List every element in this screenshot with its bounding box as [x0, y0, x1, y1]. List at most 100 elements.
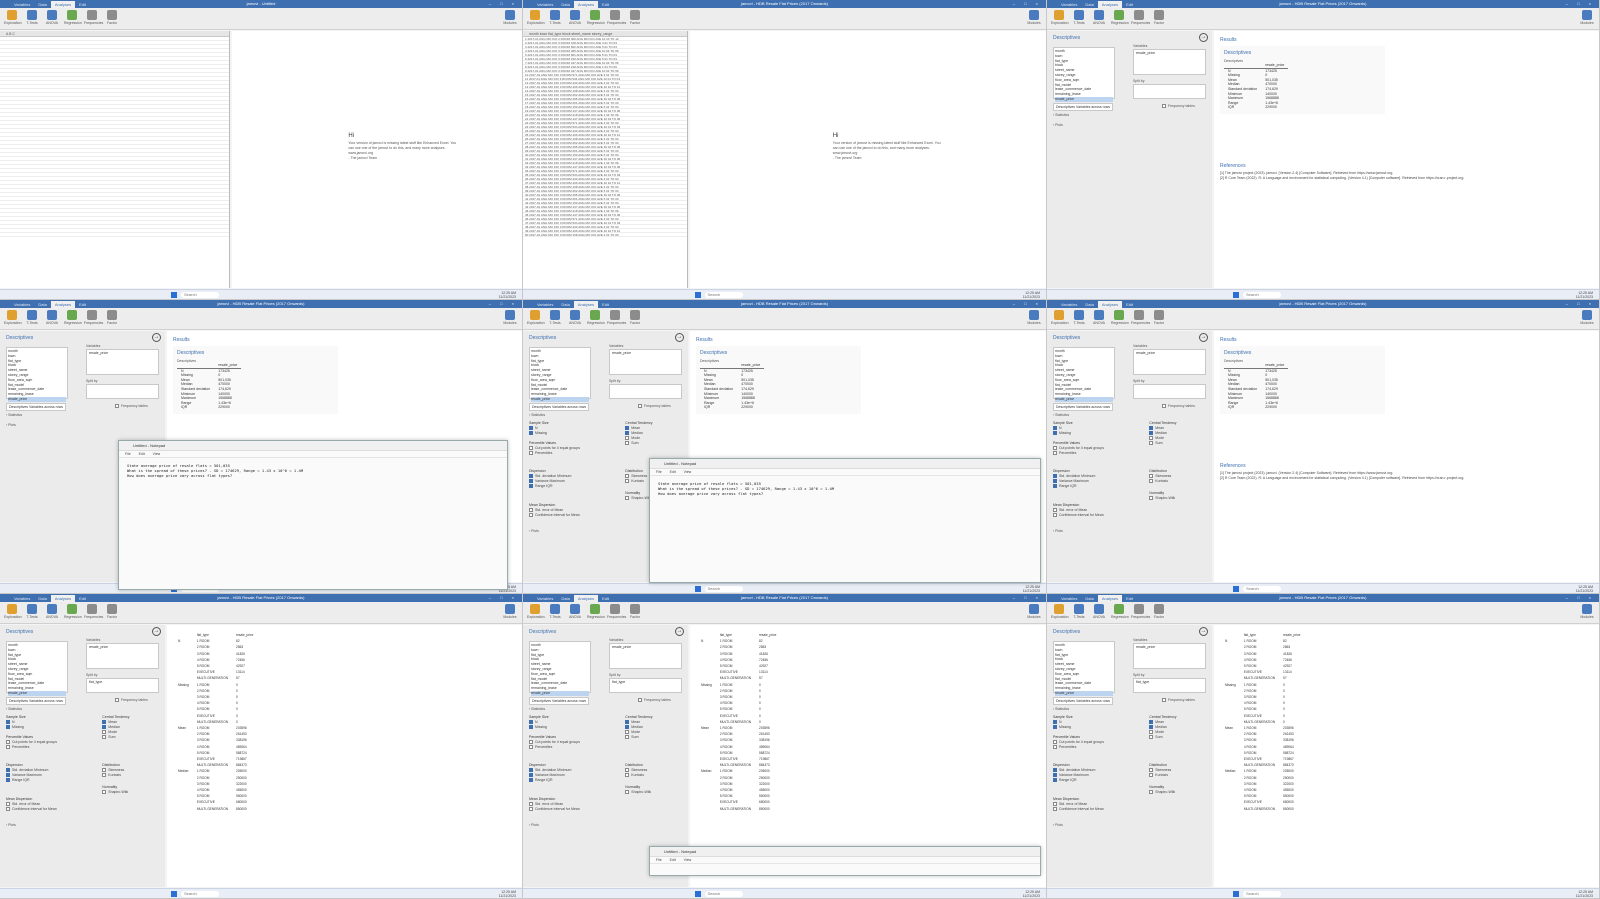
ribbon-exploration-button[interactable]: Exploration	[527, 310, 545, 325]
plots-section-header[interactable]: › Plots	[1053, 529, 1063, 533]
notepad-window[interactable]: Untitled - Notepad File Edit View State aver…	[649, 458, 1041, 583]
selected-variable[interactable]: resale_price	[1134, 50, 1205, 56]
ribbon-factor-button[interactable]: Factor	[1151, 604, 1167, 619]
variables-box[interactable]: resale_price	[609, 643, 682, 669]
table-row[interactable]	[0, 233, 229, 237]
menu-item[interactable]: Edit	[670, 470, 676, 474]
ribbon-exploration-button[interactable]: Exploration	[1051, 604, 1069, 619]
ribbon-t-tests-button[interactable]: T-Tests	[1071, 604, 1087, 619]
stat-checkbox[interactable]: Sum	[625, 441, 652, 446]
window-controls[interactable]: – □ ×	[1013, 300, 1042, 308]
menu-item[interactable]: View	[684, 470, 692, 474]
frequency-tables-checkbox[interactable]: Frequency tables	[115, 698, 148, 703]
plots-section-header[interactable]: › Plots	[1053, 123, 1063, 127]
split-by-box[interactable]: flat_type	[1133, 678, 1206, 693]
ribbon-t-tests-button[interactable]: T-Tests	[547, 10, 563, 25]
descriptives-card[interactable]: Descriptives Descriptives resale_price N 173…	[696, 346, 861, 414]
menu-item[interactable]: View	[684, 858, 692, 862]
ribbon-exploration-button[interactable]: Exploration	[1051, 310, 1069, 325]
ribbon-anova-button[interactable]: ANOVA	[567, 10, 583, 25]
start-icon[interactable]	[694, 891, 701, 897]
window-controls[interactable]: – □ ×	[489, 0, 518, 8]
statistics-section-header[interactable]: › Statistics	[1053, 113, 1069, 117]
variables-box[interactable]: resale_price	[86, 643, 159, 669]
notepad-text[interactable]	[650, 864, 1040, 874]
ribbon-t-tests-button[interactable]: T-Tests	[1071, 10, 1087, 25]
taskbar-search[interactable]: Search	[704, 586, 743, 592]
ribbon-regression-button[interactable]: Regression	[64, 10, 82, 25]
ribbon-exploration-button[interactable]: Exploration	[1051, 10, 1069, 25]
ribbon-regression-button[interactable]: Regression	[1111, 10, 1129, 25]
modules-button[interactable]: Modules	[1579, 10, 1595, 25]
variables-box[interactable]: resale_price	[1133, 49, 1206, 75]
layout-select[interactable]: Descriptives Variables across rows	[529, 697, 590, 705]
start-icon[interactable]	[1233, 292, 1239, 298]
stat-checkbox[interactable]: Missing	[529, 725, 549, 730]
variable-list[interactable]: month town flat_type block street_name storey…	[1053, 347, 1115, 402]
split-by-box[interactable]: flat_type	[86, 678, 159, 693]
modules-button[interactable]: Modules	[502, 604, 518, 619]
ribbon-exploration-button[interactable]: Exploration	[4, 310, 22, 325]
modules-button[interactable]: Modules	[1026, 10, 1042, 25]
variable-list[interactable]: month town flat_type block street_name storey…	[6, 641, 68, 696]
split-by-box[interactable]	[609, 384, 682, 399]
window-controls[interactable]: – □ ×	[1013, 594, 1042, 602]
variable-list[interactable]: month town flat_type block street_name storey…	[1053, 641, 1115, 696]
stat-checkbox[interactable]: Kurtosis	[102, 773, 124, 778]
stat-checkbox[interactable]: Percentiles	[1053, 745, 1104, 750]
stat-checkbox[interactable]: Confidence interval for Mean	[1053, 513, 1104, 518]
selected-variable[interactable]: resale_price	[87, 350, 158, 356]
table-row[interactable]: 50 2017-01 ANG MO KIO 3 ROOM 108 ANG MO …	[523, 233, 687, 237]
stat-checkbox[interactable]: Kurtosis	[1149, 773, 1171, 778]
stat-checkbox[interactable]: Shapiro-Wilk	[102, 790, 128, 795]
selected-variable[interactable]: resale_price	[1134, 644, 1205, 650]
stat-checkbox[interactable]: Sum	[625, 735, 652, 740]
selected-variable[interactable]: resale_price	[87, 644, 158, 650]
stat-checkbox[interactable]: Percentiles	[1053, 451, 1104, 456]
modules-button[interactable]: Modules	[1026, 310, 1042, 325]
window-controls[interactable]: – □ ×	[1566, 594, 1595, 602]
split-by-box[interactable]	[1133, 384, 1206, 399]
frequency-tables-checkbox[interactable]: Frequency tables	[1162, 404, 1195, 409]
stat-checkbox[interactable]: Confidence interval for Mean	[529, 807, 580, 812]
variable-list[interactable]: month town flat_type block street_name storey…	[6, 347, 68, 402]
stat-checkbox[interactable]: Sum	[102, 735, 129, 740]
notepad-window[interactable]: Untitled - Notepad File Edit View State aver…	[118, 440, 508, 590]
list-item[interactable]: resale_price	[1055, 96, 1113, 102]
layout-select[interactable]: Descriptives Variables across rows	[1053, 103, 1114, 111]
layout-select[interactable]: Descriptives Variables across rows	[6, 403, 67, 411]
ribbon-exploration-button[interactable]: Exploration	[4, 10, 22, 25]
split-variable[interactable]: flat_type	[87, 679, 158, 685]
statistics-section-header[interactable]: › Statistics	[529, 707, 545, 711]
list-item[interactable]: resale_price	[531, 690, 589, 696]
layout-select[interactable]: Descriptives Variables across rows	[1053, 697, 1114, 705]
close-panel-arrow-icon[interactable]: →	[675, 627, 684, 636]
close-panel-arrow-icon[interactable]: →	[152, 333, 161, 342]
spreadsheet[interactable]: month town flat_type block street_name s…	[523, 31, 688, 288]
window-controls[interactable]: – □ ×	[489, 594, 518, 602]
split-by-box[interactable]	[86, 384, 159, 399]
ribbon-factor-button[interactable]: Factor	[627, 10, 643, 25]
taskbar-search[interactable]: Search	[1243, 586, 1281, 592]
descriptives-card[interactable]: Descriptives Descriptives resale_price N 173…	[173, 346, 338, 414]
statistics-section-header[interactable]: › Statistics	[1053, 707, 1069, 711]
statistics-section-header[interactable]: › Statistics	[6, 707, 22, 711]
frequency-tables-checkbox[interactable]: Frequency tables	[638, 404, 671, 409]
ribbon-anova-button[interactable]: ANOVA	[1091, 310, 1107, 325]
frequency-tables-checkbox[interactable]: Frequency tables	[115, 404, 148, 409]
stat-checkbox[interactable]: Percentiles	[529, 451, 580, 456]
ribbon-anova-button[interactable]: ANOVA	[44, 310, 60, 325]
variables-box[interactable]: resale_price	[1133, 349, 1206, 375]
descriptives-card[interactable]: Descriptives Descriptives resale_price N 173…	[1220, 346, 1385, 414]
modules-button[interactable]: Modules	[502, 10, 518, 25]
ribbon-regression-button[interactable]: Regression	[1111, 604, 1129, 619]
ribbon-factor-button[interactable]: Factor	[627, 310, 643, 325]
stat-checkbox[interactable]: Confidence interval for Mean	[529, 513, 580, 518]
stat-checkbox[interactable]: Range IQR	[529, 778, 571, 783]
ribbon-frequencies-button[interactable]: Frequencies	[84, 604, 103, 619]
ribbon-regression-button[interactable]: Regression	[1111, 310, 1129, 325]
ribbon-t-tests-button[interactable]: T-Tests	[547, 310, 563, 325]
menu-item[interactable]: File	[656, 470, 662, 474]
ribbon-t-tests-button[interactable]: T-Tests	[24, 604, 40, 619]
list-item[interactable]: resale_price	[8, 690, 66, 696]
